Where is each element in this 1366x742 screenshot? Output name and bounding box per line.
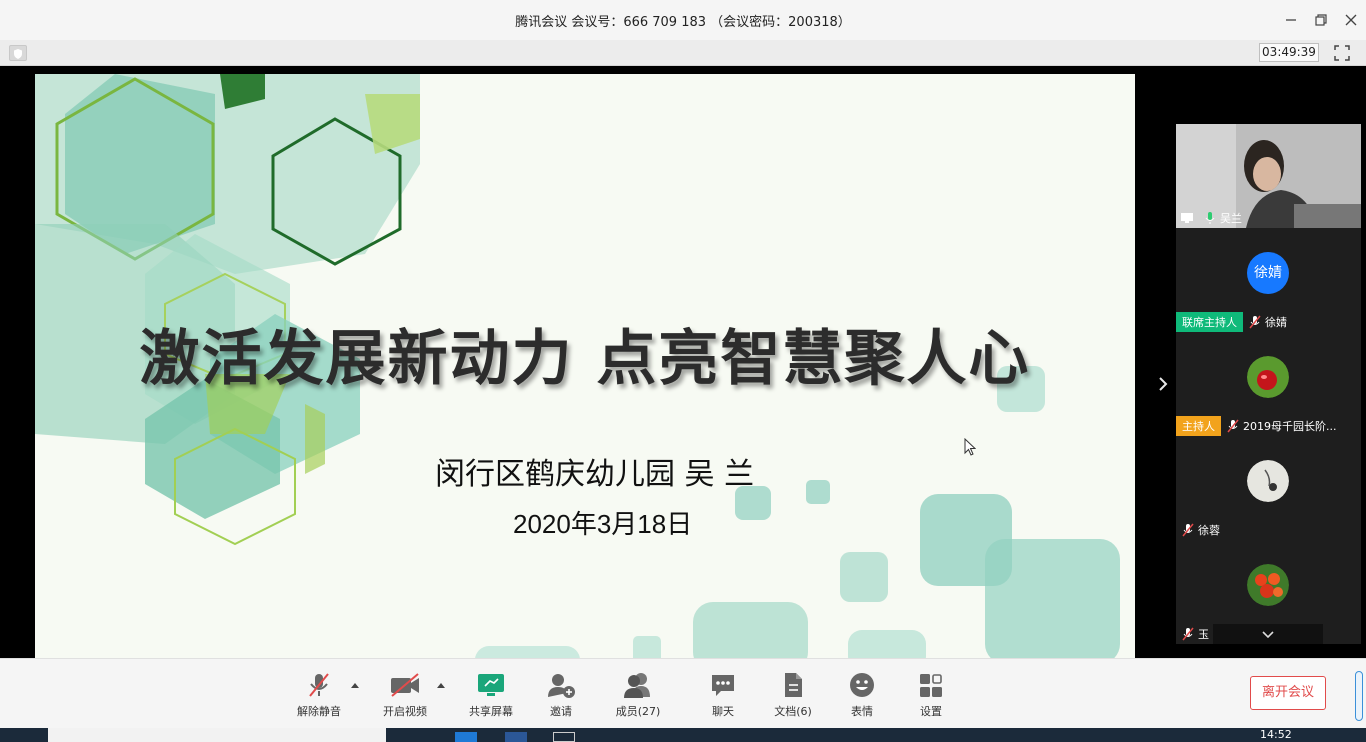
video-off-icon [391, 673, 419, 697]
slide-date: 2020年3月18日 [513, 509, 693, 539]
start-video-button[interactable]: 开启视频 [370, 671, 440, 723]
unmute-button[interactable]: 解除静音 [284, 671, 354, 723]
settings-grid-icon [920, 674, 942, 697]
participant-name: 徐蓉 [1198, 524, 1220, 537]
tile-footer: 徐蓉 [1176, 520, 1361, 540]
slide-author: 闵行区鹤庆幼儿园 吴 兰 [435, 457, 755, 492]
shared-slide: 激活发展新动力 点亮智慧聚人心 闵行区鹤庆幼儿园 吴 兰 2020年3月18日 [35, 74, 1135, 658]
add-user-icon [548, 674, 575, 698]
invite-label: 邀请 [550, 705, 572, 718]
microphone-muted-icon [1182, 523, 1194, 537]
screen-share-icon [1181, 213, 1193, 223]
app-icon[interactable] [505, 732, 527, 742]
smiley-icon [850, 673, 874, 697]
os-taskbar: 14:52 [0, 728, 1366, 742]
microphone-muted-icon [1249, 315, 1261, 329]
chat-icon [712, 675, 734, 696]
slide-title: 激活发展新动力 点亮智慧聚人心 [139, 324, 1031, 394]
avatar [1247, 356, 1289, 398]
participant-name: 吴兰 [1220, 212, 1242, 225]
chat-button[interactable]: 聊天 [688, 671, 758, 723]
avatar [1247, 564, 1289, 606]
participant-tile[interactable]: 吴兰 [1176, 124, 1361, 228]
tile-footer: 吴兰 [1176, 208, 1361, 228]
invite-button[interactable]: 邀请 [526, 671, 596, 723]
app-icon[interactable] [553, 732, 575, 742]
start-video-label: 开启视频 [383, 705, 427, 718]
meeting-info-bar: 03:49:39 [0, 40, 1366, 66]
microphone-muted-icon [1182, 627, 1194, 641]
microphone-on-icon [1205, 212, 1215, 224]
close-icon[interactable] [1341, 10, 1361, 30]
settings-label: 设置 [920, 705, 942, 718]
volume-indicator [1355, 671, 1363, 721]
participant-name: 玉 [1198, 628, 1209, 641]
minimize-icon[interactable] [1281, 10, 1301, 30]
participant-panel: 吴兰 徐婧 联席主持人 徐婧 主持人 2019母千园长阶... 徐蓉 玉 [1176, 124, 1361, 658]
members-icon [624, 673, 650, 698]
mouse-cursor-icon [964, 438, 976, 456]
document-icon [785, 673, 802, 697]
meeting-timer: 03:49:39 [1259, 43, 1319, 62]
host-badge: 主持人 [1176, 416, 1221, 436]
security-shield-icon[interactable] [9, 45, 27, 61]
members-label: 成员(27) [615, 705, 661, 718]
taskbar-search[interactable] [48, 728, 386, 742]
main-stage: 激活发展新动力 点亮智慧聚人心 闵行区鹤庆幼儿园 吴 兰 2020年3月18日 … [0, 66, 1366, 658]
app-icon[interactable] [455, 732, 477, 742]
chat-label: 聊天 [712, 705, 734, 718]
participant-tile[interactable]: 徐婧 联席主持人 徐婧 [1176, 228, 1361, 332]
window-title: 腾讯会议 会议号：666 709 183 （会议密码：200318） [515, 15, 851, 30]
chevron-down-icon[interactable] [1213, 624, 1323, 644]
restore-icon[interactable] [1311, 10, 1331, 30]
participant-tile[interactable]: 徐蓉 [1176, 436, 1361, 540]
unmute-label: 解除静音 [297, 705, 341, 718]
documents-label: 文档(6) [774, 705, 812, 718]
chevron-right-icon[interactable] [1155, 375, 1171, 393]
reactions-button[interactable]: 表情 [827, 671, 897, 723]
tile-footer: 联席主持人 徐婧 [1176, 312, 1361, 332]
title-bar: 腾讯会议 会议号：666 709 183 （会议密码：200318） [0, 0, 1366, 40]
share-screen-label: 共享屏幕 [469, 705, 513, 718]
documents-button[interactable]: 文档(6) [758, 671, 828, 723]
participant-name: 2019母千园长阶... [1243, 420, 1337, 433]
reactions-label: 表情 [851, 705, 873, 718]
caret-up-icon[interactable] [436, 681, 446, 689]
avatar: 徐婧 [1247, 252, 1289, 294]
cohost-badge: 联席主持人 [1176, 312, 1243, 332]
participant-tile[interactable]: 玉 [1176, 540, 1361, 644]
participant-name: 徐婧 [1265, 316, 1287, 329]
share-screen-icon [478, 674, 504, 696]
leave-meeting-button[interactable]: 离开会议 [1250, 676, 1326, 710]
microphone-muted-icon [309, 673, 329, 697]
tile-footer: 主持人 2019母千园长阶... [1176, 416, 1361, 436]
members-button[interactable]: 成员(27) [603, 671, 673, 723]
caret-up-icon[interactable] [350, 681, 360, 689]
share-screen-button[interactable]: 共享屏幕 [456, 671, 526, 723]
microphone-muted-icon [1227, 419, 1239, 433]
avatar [1247, 460, 1289, 502]
participant-tile[interactable]: 主持人 2019母千园长阶... [1176, 332, 1361, 436]
settings-button[interactable]: 设置 [896, 671, 966, 723]
taskbar-clock: 14:52 [1260, 728, 1292, 741]
fullscreen-icon[interactable] [1333, 44, 1351, 62]
meeting-toolbar: 解除静音 开启视频 共享屏幕 邀请 成员(27) 聊天 文档(6) 表情 设置 … [0, 658, 1366, 728]
